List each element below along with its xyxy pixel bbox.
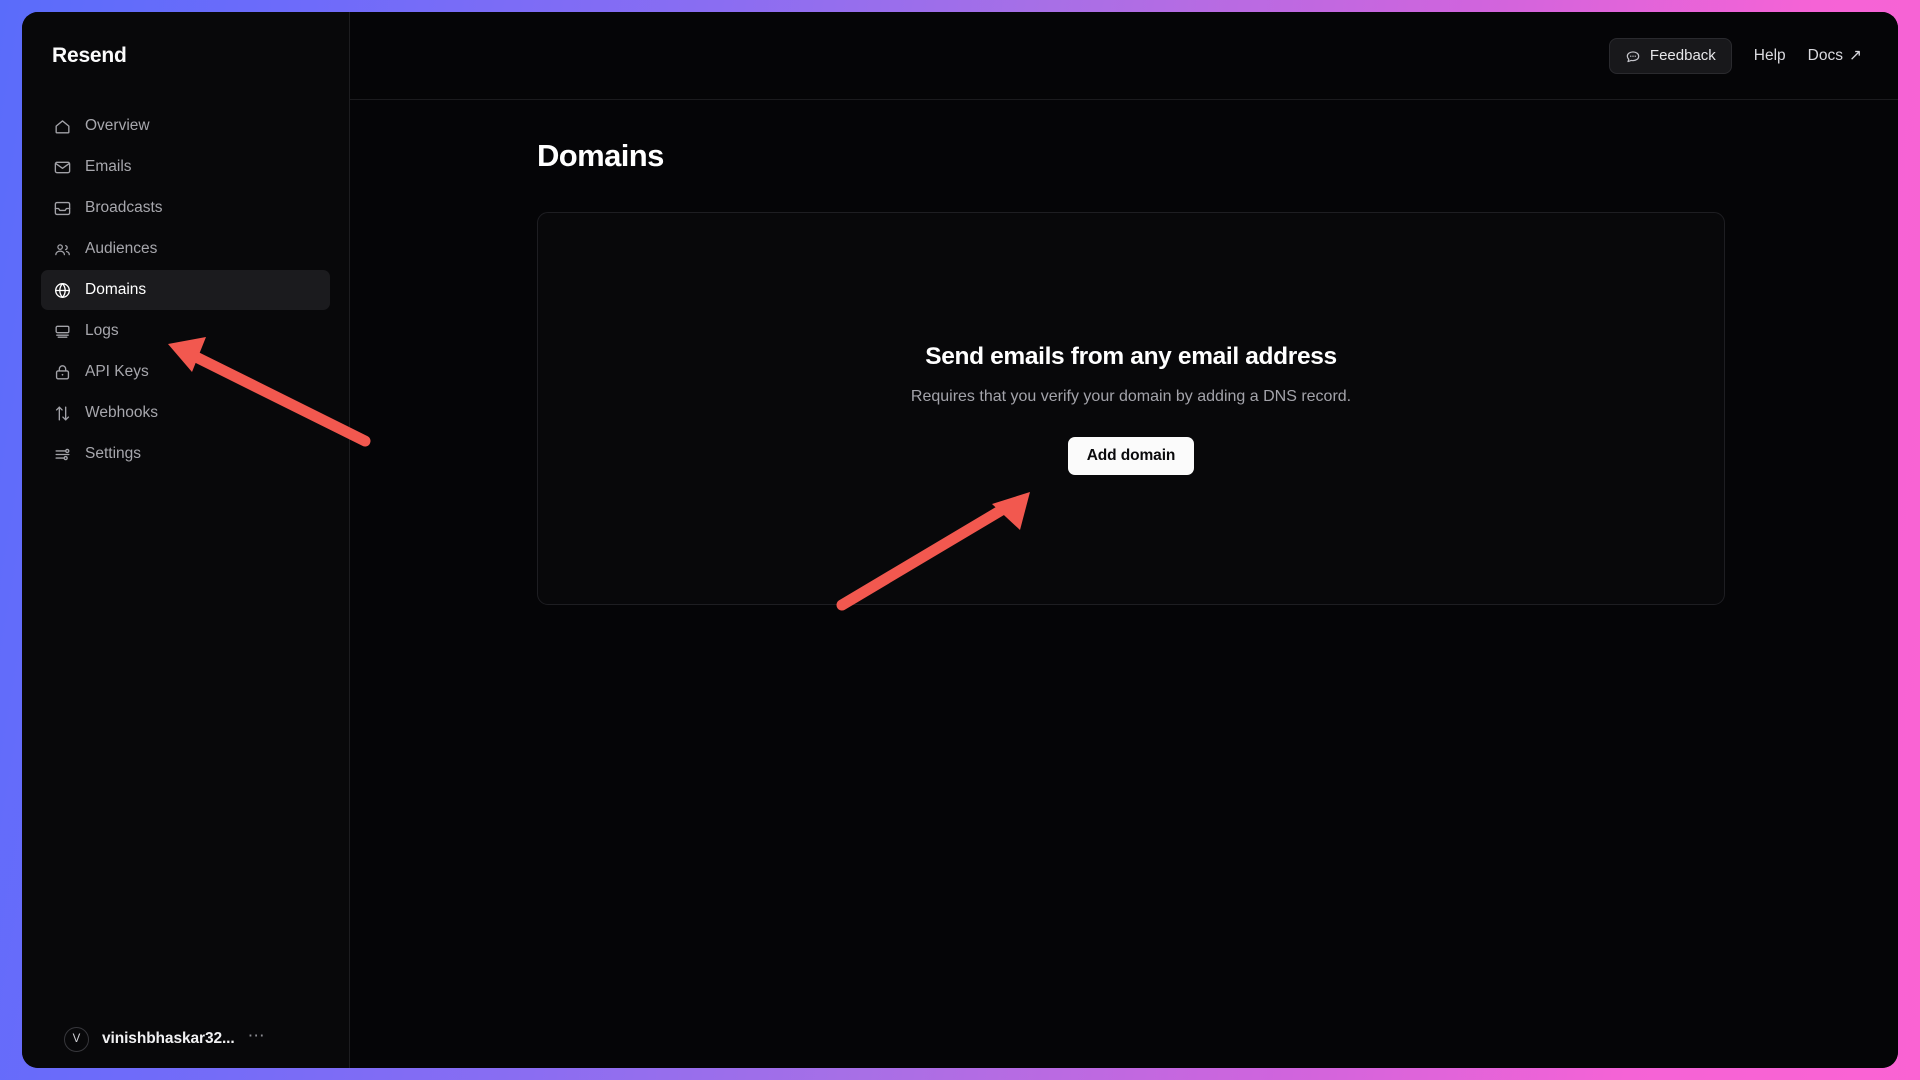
docs-label: Docs [1807, 46, 1843, 64]
docs-link[interactable]: Docs ↗ [1808, 46, 1862, 65]
sidebar-item-label: Settings [85, 445, 142, 462]
help-label: Help [1753, 46, 1786, 64]
account-name: vinishbhaskar32... [102, 1030, 235, 1047]
globe-icon [53, 281, 72, 300]
inbox-icon [53, 199, 72, 218]
external-link-icon: ↗ [1849, 47, 1862, 64]
envelope-icon [53, 158, 72, 177]
lock-icon [53, 363, 72, 382]
message-dots-icon [1625, 48, 1641, 64]
sidebar-item-emails[interactable]: Emails [41, 147, 330, 187]
sidebar-item-webhooks[interactable]: Webhooks [41, 393, 330, 433]
home-icon [53, 117, 72, 136]
arrows-up-down-icon [53, 404, 72, 423]
sidebar-item-label: Domains [85, 281, 147, 298]
feedback-label: Feedback [1649, 47, 1716, 64]
sidebar-item-label: Emails [85, 158, 132, 175]
page-title: Domains [537, 138, 664, 173]
users-icon [53, 240, 72, 259]
add-domain-button[interactable]: Add domain [1067, 436, 1195, 475]
sidebar-nav: Overview Emails Broadcasts Audiences Dom… [22, 100, 349, 474]
sidebar-item-broadcasts[interactable]: Broadcasts [41, 188, 330, 228]
sidebar-item-overview[interactable]: Overview [41, 106, 330, 146]
sidebar-item-label: Audiences [85, 240, 158, 257]
sidebar: Resend Overview Emails Broadcasts Audien… [22, 12, 350, 1068]
empty-state-heading: Send emails from any email address [925, 342, 1337, 370]
avatar: V [64, 1026, 89, 1052]
main-area: Feedback Help Docs ↗ Domains Send emails… [350, 12, 1898, 1068]
brand-logo[interactable]: Resend [22, 12, 349, 100]
account-menu[interactable]: V vinishbhaskar32... ⋯ [22, 1010, 349, 1068]
sidebar-item-label: Broadcasts [85, 199, 163, 216]
sidebar-item-label: Overview [85, 117, 150, 134]
empty-state-card: Send emails from any email address Requi… [537, 212, 1725, 605]
brand-label: Resend [52, 44, 127, 67]
app-window: Resend Overview Emails Broadcasts Audien… [22, 12, 1898, 1068]
feedback-button[interactable]: Feedback [1608, 37, 1732, 74]
empty-state-subtext: Requires that you verify your domain by … [910, 387, 1352, 405]
sidebar-item-audiences[interactable]: Audiences [41, 229, 330, 269]
sidebar-item-label: Webhooks [85, 404, 158, 421]
help-link[interactable]: Help [1754, 47, 1786, 65]
sidebar-item-label: Logs [85, 322, 119, 339]
logs-icon [53, 322, 72, 341]
sidebar-item-label: API Keys [85, 363, 149, 380]
sidebar-item-logs[interactable]: Logs [41, 311, 330, 351]
topbar: Feedback Help Docs ↗ [350, 12, 1898, 100]
ellipsis-icon[interactable]: ⋯ [248, 1027, 265, 1048]
sidebar-item-settings[interactable]: Settings [41, 434, 330, 474]
sidebar-item-api-keys[interactable]: API Keys [41, 352, 330, 392]
sidebar-item-domains[interactable]: Domains [41, 270, 330, 310]
sliders-icon [53, 445, 72, 464]
content-area: Domains Send emails from any email addre… [350, 100, 1898, 1068]
